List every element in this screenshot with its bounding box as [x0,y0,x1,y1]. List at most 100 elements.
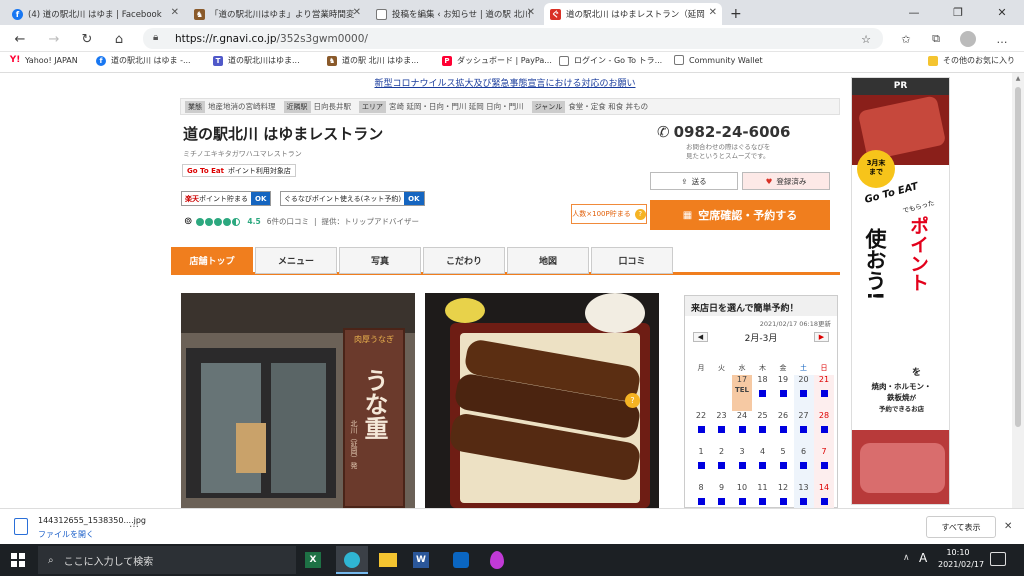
browser-tab-4-active[interactable]: ぐ 道の駅北川 はゆまレストラン（延岡 ✕ [544,3,722,25]
close-tab-icon[interactable]: ✕ [353,7,361,18]
calendar-day[interactable]: 6 [793,447,814,483]
rakuten-point-box[interactable]: 楽天ポイント貯まる OK [181,191,272,206]
calendar-day[interactable]: 2 [712,447,732,483]
bookmark-facebook[interactable]: f 道の駅北川 はゆま -... [96,55,191,66]
calendar-day[interactable]: 5 [773,447,793,483]
weekday-header: 土 [800,364,807,372]
calendar-day[interactable]: 26 [773,411,793,447]
calendar-day[interactable]: 21 [814,375,834,411]
calendar-day[interactable]: 7 [814,447,834,483]
taskbar-edge[interactable] [336,546,368,574]
restore-icon[interactable]: ❐ [936,0,980,25]
calendar-day[interactable]: 25 [753,411,773,447]
page-scrollbar[interactable]: ▲ [1012,73,1024,508]
bookmark-yahoo[interactable]: Y! Yahoo! JAPAN [10,55,78,65]
bookmark-goto[interactable]: ログイン - Go To トラ... [559,55,662,66]
calendar-day[interactable]: 17 TEL [732,375,752,411]
gnavi-point-box[interactable]: ぐるなびポイント使える(ネット予約) OK [280,191,425,206]
excel-icon[interactable]: X [305,552,321,568]
review-count[interactable]: 6件の口コミ [267,216,309,227]
new-tab-button[interactable]: + [726,3,748,25]
calendar-day[interactable]: 23 [712,411,732,447]
collections-icon[interactable]: ⧉ [928,31,944,47]
windows-start-icon[interactable] [11,553,25,567]
weekday-header: 火 [718,364,725,372]
calendar-day[interactable]: 11 [753,483,773,508]
add-favorite-icon[interactable]: ☆ [858,31,874,47]
gnavi-point-label: ぐるなびポイント使える(ネット予約) [284,194,402,203]
bookmark-hayuma[interactable]: ♞ 道の駅 北川 はゆま... [327,55,419,66]
taskbar-search-input[interactable]: ⌕ ここに入力して検索 [38,546,296,574]
reserve-button[interactable]: ▦ 空席確認・予約する [650,200,830,230]
notification-icon[interactable] [990,552,1006,566]
home-icon[interactable]: ⌂ [109,30,129,48]
favorites-icon[interactable]: ✩ [898,31,914,47]
bookmark-community-wallet[interactable]: Community Wallet [674,55,763,65]
bookmark-paypay[interactable]: P ダッシュボード | PayPa... [442,55,552,66]
calendar-day[interactable]: 8 [691,483,711,508]
browser-tab-2[interactable]: ♞ 「道の駅北川はゆま」より営業時間変 ✕ [188,3,366,25]
help-icon[interactable]: ? [634,208,646,220]
word-icon[interactable]: W [413,552,429,568]
unaju-photo[interactable]: ? [425,293,659,508]
close-tab-icon[interactable]: ✕ [705,7,717,18]
pr-ad-banner[interactable]: PR 3月末 まで Go To EAT でもらった ポイント 使おう! を 焼肉・… [851,77,950,505]
calendar-day[interactable]: 9 [712,483,732,508]
close-tab-icon[interactable]: ✕ [171,7,179,18]
prev-month-button[interactable]: ◀ [693,332,708,342]
tab-kodawari[interactable]: こだわり [423,247,505,274]
open-file-link[interactable]: ファイルを開く [38,529,94,540]
browser-tab-1[interactable]: f (4) 道の駅北川 はゆま | Facebook ✕ [6,3,184,25]
browser-tab-3[interactable]: 投稿を編集 ‹ お知らせ | 道の駅 北川 ✕ [370,3,540,25]
tab-reviews[interactable]: 口コミ [591,247,673,274]
close-download-bar-icon[interactable]: ✕ [1004,521,1012,532]
saved-button[interactable]: ♥ 登録済み [742,172,830,190]
calendar-day[interactable]: 14 [814,483,834,508]
address-input[interactable]: 🔒︎ https://r.gnavi.co.jp/352s3gwm0000/ [143,28,883,49]
rakuten-prefix: 楽天 [185,194,199,203]
tab-map[interactable]: 地図 [507,247,589,274]
minimize-icon[interactable]: — [892,0,936,25]
reload-icon[interactable]: ↻ [77,30,97,48]
calendar-day[interactable]: 24 [732,411,752,447]
calendar-day[interactable]: 20 [793,375,814,411]
close-tab-icon[interactable]: ✕ [527,7,535,18]
next-month-button[interactable]: ▶ [813,332,829,342]
back-icon[interactable]: ← [10,30,30,48]
calendar-day[interactable]: 19 [773,375,793,411]
forward-icon[interactable]: → [44,30,64,48]
calendar-day[interactable]: 10 [732,483,752,508]
bookmark-teams[interactable]: T 道の駅北川はゆま... [213,55,300,66]
tab-photos[interactable]: 写真 [339,247,421,274]
paint-icon[interactable] [490,551,504,569]
more-menu-icon[interactable]: … [994,31,1010,47]
tab-shop-top[interactable]: 店舗トップ [171,247,253,274]
clock[interactable]: 10:10 2021/02/17 [938,547,984,571]
storefront-photo[interactable]: 肉厚うなぎ うな重 北川（延岡）発 [181,293,415,508]
calendar-day[interactable]: 18 [753,375,773,411]
calendar-day[interactable]: 3 [732,447,752,483]
download-more-icon[interactable]: … [129,519,139,530]
profile-avatar[interactable] [960,31,976,47]
calendar-day[interactable]: 4 [753,447,773,483]
calendar-day[interactable]: 1 [691,447,711,483]
bonus-point-badge[interactable]: 人数×100P貯まる? [571,204,647,224]
calendar-day[interactable]: 28 [814,411,834,447]
tray-chevron-icon[interactable]: ∧ [903,553,910,563]
ime-indicator[interactable]: A [919,551,927,565]
calendar-day[interactable]: 12 [773,483,793,508]
store-icon[interactable] [453,552,469,568]
calendar-day[interactable]: 22 [691,411,711,447]
scrollbar-thumb[interactable] [1015,87,1021,427]
photo-help-icon[interactable]: ? [625,393,640,408]
show-all-downloads-button[interactable]: すべて表示 [926,516,996,538]
tab-menu[interactable]: メニュー [255,247,337,274]
file-explorer-icon[interactable] [379,553,397,567]
send-button[interactable]: ⇪ 送る [650,172,738,190]
calendar-day[interactable]: 27 [793,411,814,447]
calendar-updated: 2021/02/17 06:18更新 [759,320,831,328]
other-bookmarks[interactable]: その他のお気に入り [928,55,1015,66]
availability-mark [718,426,725,433]
close-window-icon[interactable]: ✕ [980,0,1024,25]
calendar-day[interactable]: 13 [793,483,814,508]
